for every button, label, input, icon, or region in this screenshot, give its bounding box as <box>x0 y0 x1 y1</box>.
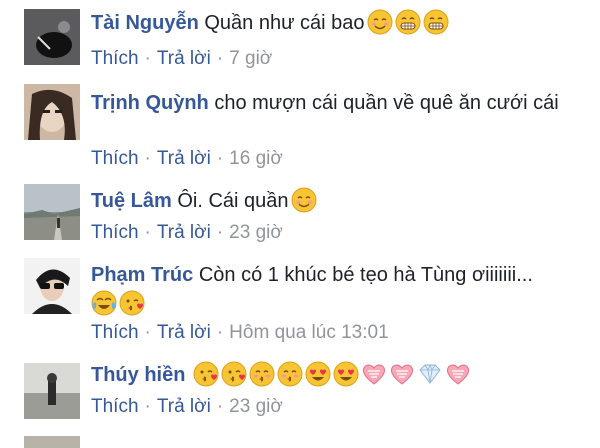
pink-heart-icon <box>389 361 415 387</box>
commenter-name[interactable]: Phạm Trúc <box>91 264 193 286</box>
separator-dot: · <box>216 396 224 417</box>
diamond-icon <box>417 361 443 387</box>
reply-link[interactable]: Trả lời <box>157 322 211 343</box>
avatar[interactable] <box>24 184 80 240</box>
grinning-face-icon <box>423 9 449 35</box>
like-link[interactable]: Thích <box>91 222 139 243</box>
timestamp[interactable]: 16 giờ <box>229 148 283 169</box>
smiling-face-icon <box>291 187 317 213</box>
kissing-heart-icon <box>119 290 145 316</box>
avatar[interactable] <box>24 436 80 448</box>
separator-dot: · <box>216 222 224 243</box>
reply-link[interactable]: Trả lời <box>157 396 211 417</box>
pink-heart-icon <box>361 361 387 387</box>
emoji-row <box>191 361 471 387</box>
timestamp[interactable]: Hôm qua lúc 13:01 <box>229 322 389 343</box>
comment-actions: Thích · Trả lời · 16 giờ <box>91 148 283 170</box>
separator-dot: · <box>216 48 224 69</box>
avatar[interactable] <box>24 258 80 314</box>
reply-link[interactable]: Trả lời <box>157 48 211 69</box>
emoji-row <box>289 187 317 213</box>
kissing-heart-icon <box>193 361 219 387</box>
comment-text: cho mượn cái quần về quê ăn cưới cái <box>214 92 559 114</box>
comment-actions: Thích · Trả lời · Hôm qua lúc 13:01 <box>91 322 389 344</box>
kissing-face-icon <box>249 361 275 387</box>
heart-eyes-icon <box>305 361 331 387</box>
comment-actions: Thích · Trả lời · 23 giờ <box>91 222 283 244</box>
avatar[interactable] <box>24 363 80 419</box>
like-link[interactable]: Thích <box>91 396 139 417</box>
comment-actions: Thích · Trả lời · 23 giờ <box>91 396 283 418</box>
separator-dot: · <box>144 322 151 343</box>
avatar[interactable] <box>24 9 80 65</box>
like-link[interactable]: Thích <box>91 48 139 69</box>
smiling-face-icon <box>367 9 393 35</box>
commenter-name[interactable]: Thúy hiền <box>91 364 185 386</box>
commenter-name[interactable]: Tài Nguyễn <box>91 12 199 34</box>
emoji-row <box>365 9 449 35</box>
separator-dot: · <box>144 396 151 417</box>
timestamp[interactable]: 7 giờ <box>229 48 272 69</box>
reply-link[interactable]: Trả lời <box>157 148 211 169</box>
avatar[interactable] <box>24 84 80 140</box>
timestamp[interactable]: 23 giờ <box>229 222 283 243</box>
like-link[interactable]: Thích <box>91 148 139 169</box>
separator-dot: · <box>144 148 151 169</box>
heart-eyes-icon <box>333 361 359 387</box>
reply-link[interactable]: Trả lời <box>157 222 211 243</box>
timestamp[interactable]: 23 giờ <box>229 396 283 417</box>
tears-of-joy-icon <box>91 290 117 316</box>
comment-actions: Thích · Trả lời · 7 giờ <box>91 48 272 70</box>
separator-dot: · <box>144 48 151 69</box>
kissing-heart-icon <box>221 361 247 387</box>
separator-dot: · <box>216 148 224 169</box>
separator-dot: · <box>216 322 224 343</box>
comment-text: Ôi. Cái quần <box>177 190 289 212</box>
commenter-name[interactable]: Trịnh Quỳnh <box>91 92 209 114</box>
comment-text: Còn có 1 khúc bé tẹo hà Tùng ơiiiiiii... <box>198 264 533 286</box>
pink-heart-icon <box>445 361 471 387</box>
like-link[interactable]: Thích <box>91 322 139 343</box>
emoji-row <box>89 290 578 316</box>
kissing-face-icon <box>277 361 303 387</box>
grinning-face-icon <box>395 9 421 35</box>
comment-text: Quần như cái bao <box>204 12 365 34</box>
commenter-name[interactable]: Tuệ Lâm <box>91 190 172 212</box>
separator-dot: · <box>144 222 151 243</box>
